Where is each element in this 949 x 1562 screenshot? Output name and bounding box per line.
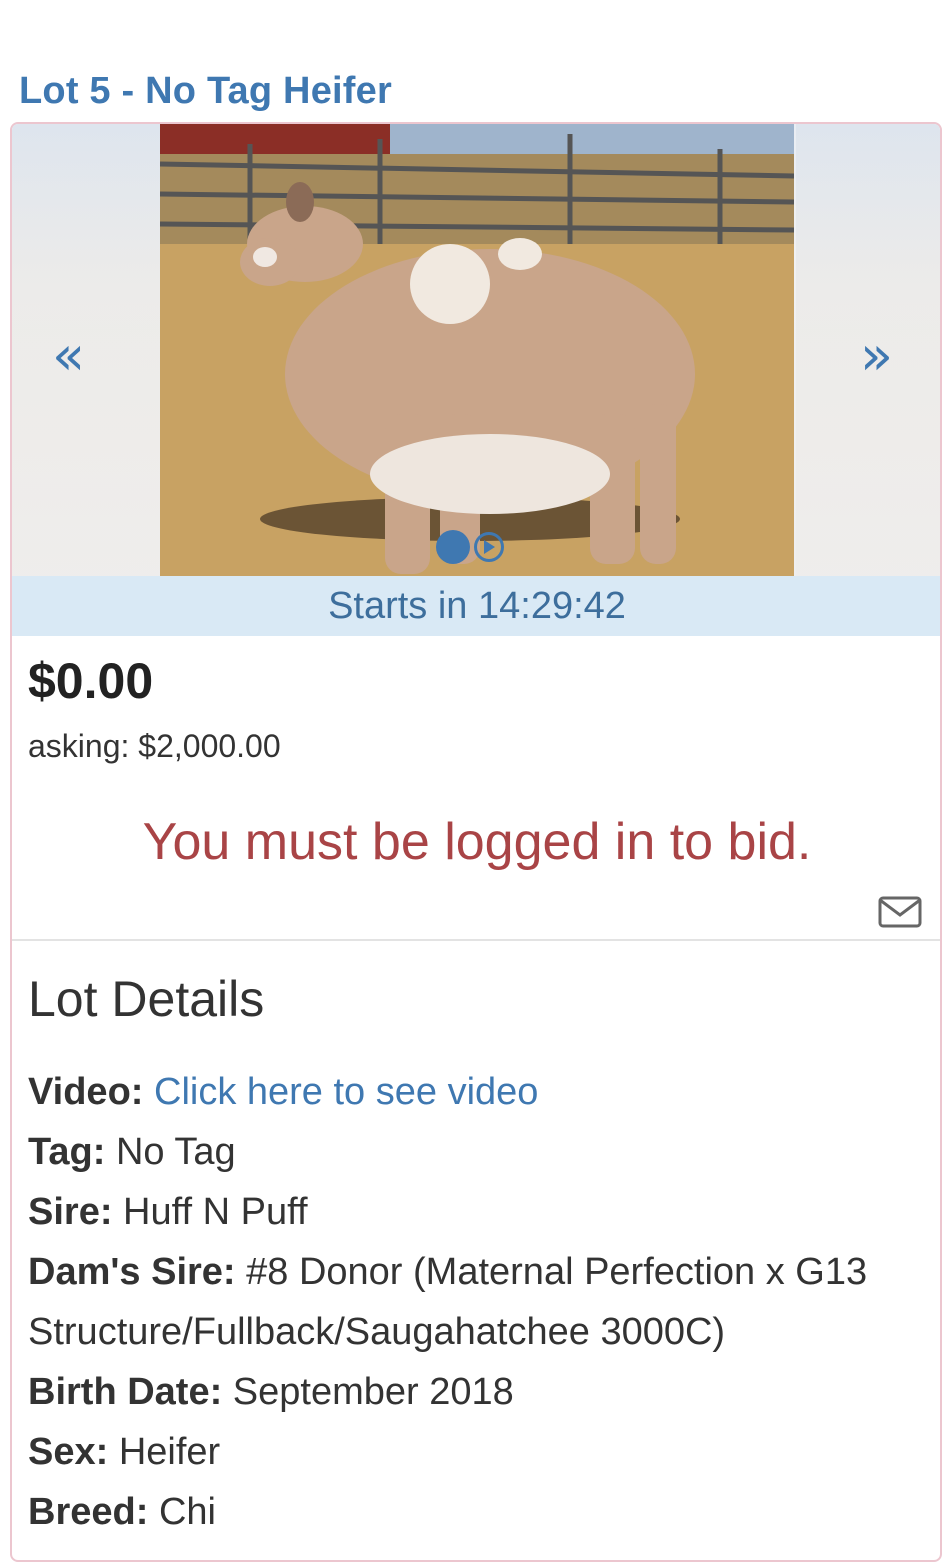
login-required-message: You must be logged in to bid. [142,813,812,871]
detail-value: Chi [158,1491,216,1533]
envelope-icon[interactable] [878,896,922,928]
detail-value: September 2018 [232,1371,514,1413]
detail-row-breed: Breed: Chi [28,1482,928,1542]
detail-row-sex: Sex: Heifer [28,1422,928,1482]
current-price: $0.00 [28,653,154,709]
detail-key: Tag: [28,1131,106,1173]
previous-photo-preview [12,124,160,576]
play-icon [484,540,495,554]
photo-dot-active[interactable] [436,530,470,564]
lot-title: Lot 5 - No Tag Heifer [19,70,392,112]
detail-value: Huff N Puff [123,1191,308,1233]
lot-panel: « » Starts in 14:29:42 $0.00 asking: $2,… [10,122,942,1562]
video-dot[interactable] [474,532,504,562]
detail-key: Birth Date: [28,1371,223,1413]
video-link[interactable]: Click here to see video [154,1071,538,1113]
detail-row-video: Video: Click here to see video [28,1062,928,1122]
next-photo-button[interactable]: » [860,329,893,383]
detail-value: Heifer [118,1431,221,1473]
section-divider [12,939,940,941]
detail-key: Sex: [28,1431,109,1473]
detail-row-dams-sire: Dam's Sire: #8 Donor (Maternal Perfectio… [28,1242,928,1362]
detail-key: Dam's Sire: [28,1251,236,1293]
asking-price: asking: $2,000.00 [28,728,281,764]
gallery-indicator [436,530,504,564]
lot-details-list: Video: Click here to see video Tag: No T… [28,1062,928,1542]
lot-details-heading: Lot Details [28,971,265,1027]
detail-value: No Tag [115,1131,236,1173]
auction-countdown: Starts in 14:29:42 [12,576,940,636]
detail-key: Video: [28,1071,144,1113]
previous-photo-button[interactable]: « [52,329,85,383]
detail-row-tag: Tag: No Tag [28,1122,928,1182]
detail-row-birth-date: Birth Date: September 2018 [28,1362,928,1422]
detail-key: Breed: [28,1491,149,1533]
heifer-photo [160,124,794,576]
photo-gallery: « » [12,124,940,576]
detail-row-sire: Sire: Huff N Puff [28,1182,928,1242]
detail-key: Sire: [28,1191,113,1233]
